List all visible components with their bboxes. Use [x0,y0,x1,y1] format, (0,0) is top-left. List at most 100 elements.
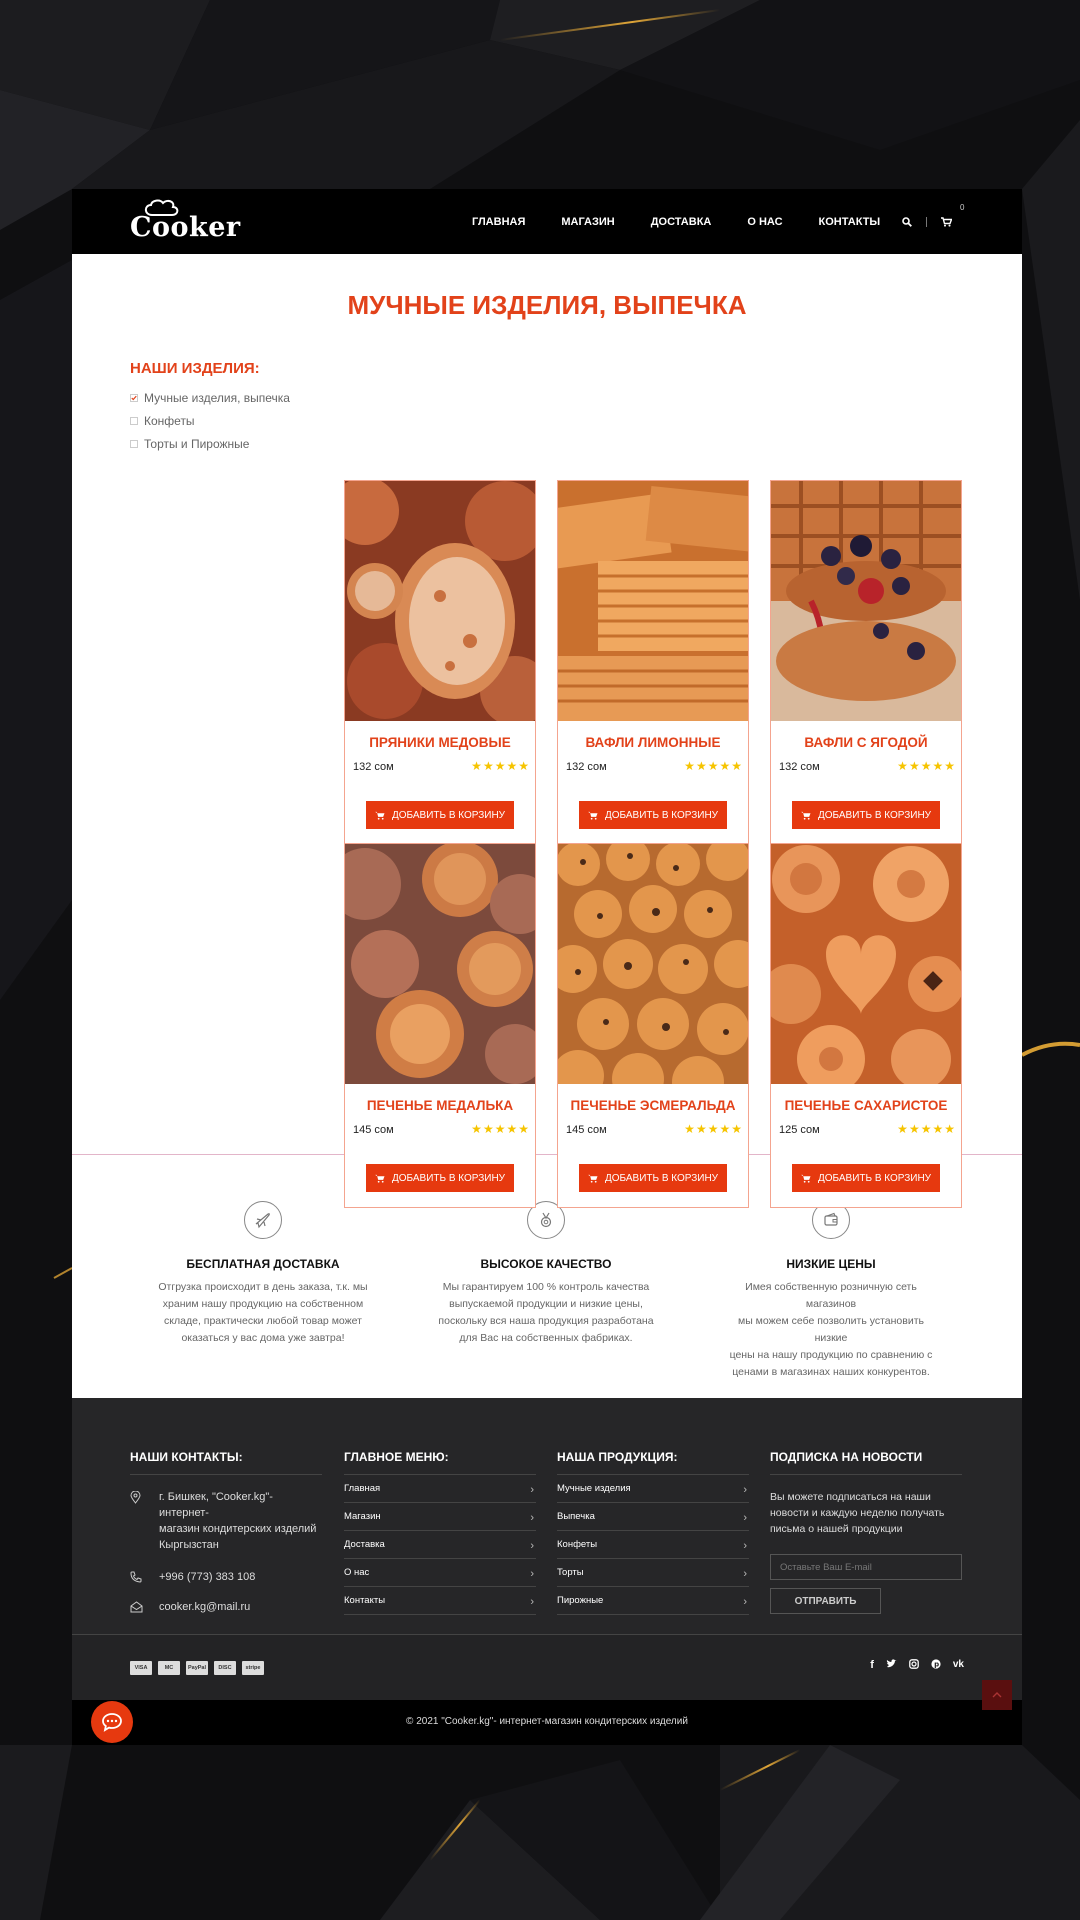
nav-item-contacts[interactable]: КОНТАКТЫ [819,216,881,228]
product-price: 132 сом [566,761,607,773]
product-name[interactable]: ПРЯНИКИ МЕДОВЫЕ [345,735,535,750]
footer-menu-item-shop[interactable]: Магазин › [344,1503,536,1531]
chat-button[interactable] [91,1701,133,1743]
footer: НАШИ КОНТАКТЫ: г. Бишкек, "Cooker.kg"- и… [72,1398,1022,1634]
footer-product-link[interactable]: Пирожные › [557,1587,749,1615]
scroll-to-top-button[interactable] [982,1680,1012,1710]
footer-menu-item-contacts[interactable]: Контакты › [344,1587,536,1615]
social-links: f p vk [858,1659,964,1672]
product-name[interactable]: ПЕЧЕНЬЕ САХАРИСТОЕ [771,1098,961,1113]
product-name[interactable]: ВАФЛИ ЛИМОННЫЕ [558,735,748,750]
add-to-cart-button[interactable]: ДОБАВИТЬ В КОРЗИНУ [792,1164,940,1192]
envelope-icon [130,1601,143,1618]
nav-item-about[interactable]: О НАС [747,216,782,228]
footer-menu-label: Главная [344,1483,381,1494]
contact-phone[interactable]: +996 (773) 383 108 [130,1569,322,1585]
footer-product-link[interactable]: Конфеты › [557,1531,749,1559]
add-to-cart-button[interactable]: ДОБАВИТЬ В КОРЗИНУ [366,1164,514,1192]
subscribe-text-line: новости и каждую неделю получать [770,1507,945,1519]
star-icon: ★ [684,1122,695,1136]
star-icon: ★ [707,1122,719,1136]
paypal-icon: PayPal [186,1661,208,1675]
twitter-icon[interactable] [886,1659,897,1672]
feature-text: Мы гарантируем 100 % контроль качества в… [438,1279,654,1347]
sidebar: НАШИ ИЗДЕЛИЯ: Мучные изделия, выпечка Ко… [130,360,320,455]
star-icon: ★ [920,759,932,773]
footer-menu-item-home[interactable]: Главная › [344,1475,536,1503]
product-card: ПЕЧЕНЬЕ ЭСМЕРАЛЬДА 145 сом ★ ★ ★ ★ ★ ДОБАВИТ… [557,843,749,1208]
site-container: Cooker ГЛАВНАЯ МАГАЗИН ДОСТАВКА О НАС КО… [72,189,1022,1745]
star-icon: ★ [908,1122,920,1136]
feature-text-line: храним нашу продукцию на собственном [162,1298,364,1310]
category-cakes[interactable]: Торты и Пирожные [130,432,320,455]
product-name[interactable]: ВАФЛИ С ЯГОДОЙ [771,735,961,750]
cart-icon [801,811,811,820]
star-icon: ★ [719,1122,731,1136]
product-name[interactable]: ПЕЧЕНЬЕ ЭСМЕРАЛЬДА [558,1098,748,1113]
checkbox-icon[interactable] [130,439,138,448]
footer-product-link[interactable]: Выпечка › [557,1503,749,1531]
category-candies[interactable]: Конфеты [130,409,320,432]
feature-text-line: ценами в магазинах наших конкурентов. [732,1366,930,1378]
footer-product-link[interactable]: Торты › [557,1559,749,1587]
product-image-medal-cookies[interactable] [345,844,535,1084]
feature-text-line: складе, практически любой товар может [164,1315,362,1327]
chevron-right-icon: › [743,1596,747,1608]
facebook-icon[interactable]: f [870,1659,874,1672]
contact-address: г. Бишкек, "Cooker.kg"- интернет- магази… [130,1489,322,1553]
pinterest-icon[interactable]: p [931,1659,941,1672]
star-icon: ★ [932,1122,944,1136]
subscribe-button[interactable]: ОТПРАВИТЬ [770,1588,881,1614]
feature-text-line: выпускаемой продукции и низкие цены, [449,1298,643,1310]
product-image-lemon-wafers[interactable] [558,481,748,721]
star-icon: ★ [506,759,518,773]
footer-products: НАША ПРОДУКЦИЯ: Мучные изделия › Выпечка ›… [557,1450,749,1615]
footer-menu-label: Доставка [344,1539,385,1550]
cart-icon[interactable] [939,215,953,229]
nav-item-home[interactable]: ГЛАВНАЯ [472,216,525,228]
footer-product-link[interactable]: Мучные изделия › [557,1475,749,1503]
product-card: ВАФЛИ ЛИМОННЫЕ 132 сом ★ ★ ★ ★ ★ ДОБАВИТЬ В … [557,480,749,845]
search-icon[interactable] [900,215,914,229]
star-icon: ★ [482,759,494,773]
product-price: 125 сом [779,1124,820,1136]
product-image-chocolate-chip-cookies[interactable] [558,844,748,1084]
product-price: 132 сом [353,761,394,773]
email-input[interactable] [770,1554,962,1580]
footer-menu-item-about[interactable]: О нас › [344,1559,536,1587]
chevron-right-icon: › [530,1540,534,1552]
checkbox-icon[interactable] [130,416,138,425]
product-price: 145 сом [353,1124,394,1136]
nav-item-delivery[interactable]: ДОСТАВКА [651,216,712,228]
cart-icon [375,1174,385,1183]
star-icon: ★ [944,759,955,773]
add-to-cart-button[interactable]: ДОБАВИТЬ В КОРЗИНУ [366,801,514,829]
feature-text-line: поскольку вся наша продукция разработана [438,1315,654,1327]
add-to-cart-label: ДОБАВИТЬ В КОРЗИНУ [604,809,719,821]
footer-menu-title: ГЛАВНОЕ МЕНЮ: [344,1450,536,1475]
feature-text-line: Имея собственную розничную сеть магазино… [745,1281,917,1310]
star-icon: ★ [684,759,695,773]
add-to-cart-button[interactable]: ДОБАВИТЬ В КОРЗИНУ [579,801,727,829]
address-line: Кыргызстан [159,1539,219,1551]
nav-item-shop[interactable]: МАГАЗИН [561,216,614,228]
footer-menu-item-delivery[interactable]: Доставка › [344,1531,536,1559]
checkbox-checked-icon[interactable] [130,393,138,402]
add-to-cart-button[interactable]: ДОБАВИТЬ В КОРЗИНУ [792,801,940,829]
star-icon: ★ [518,759,529,773]
feature-free-delivery: БЕСПЛАТНАЯ ДОСТАВКА Отгрузка происходит … [155,1201,371,1347]
product-image-honey-gingerbread[interactable] [345,481,535,721]
discover-icon: DISC [214,1661,236,1675]
instagram-icon[interactable] [909,1659,919,1672]
product-name[interactable]: ПЕЧЕНЬЕ МЕДАЛЬКА [345,1098,535,1113]
vk-icon[interactable]: vk [953,1659,964,1672]
category-flour-products[interactable]: Мучные изделия, выпечка [130,386,320,409]
product-image-berry-waffles[interactable] [771,481,961,721]
add-to-cart-label: ДОБАВИТЬ В КОРЗИНУ [604,1172,719,1184]
feature-title: ВЫСОКОЕ КАЧЕСТВО [480,1257,612,1271]
contact-email[interactable]: cooker.kg@mail.ru [130,1599,322,1615]
product-image-sugar-cookies[interactable] [771,844,961,1084]
chevron-up-icon [992,1692,1002,1698]
add-to-cart-button[interactable]: ДОБАВИТЬ В КОРЗИНУ [579,1164,727,1192]
logo[interactable]: Cooker [130,199,240,247]
